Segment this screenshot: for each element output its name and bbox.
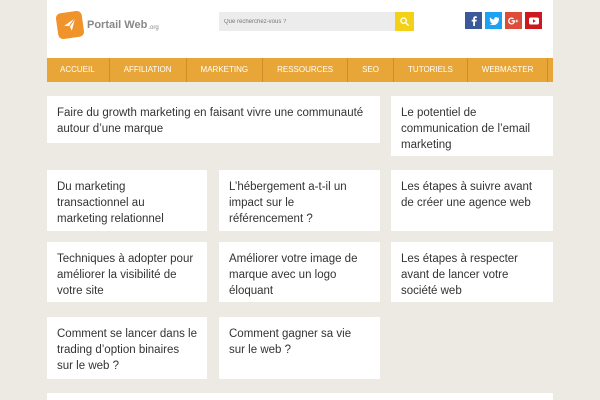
nav-item-marketing[interactable]: MARKETING [187, 58, 264, 82]
nav-item-ressources[interactable]: RESSOURCES [263, 58, 349, 82]
article-card[interactable]: Techniques à adopter pour améliorer la v… [47, 242, 207, 302]
facebook-icon[interactable] [465, 12, 482, 29]
article-card[interactable]: Le potentiel de communication de l’email… [391, 96, 553, 156]
youtube-icon[interactable] [525, 12, 542, 29]
logo-tld: .org [148, 25, 159, 31]
article-card[interactable]: Améliorer votre image de marque avec un … [219, 242, 380, 302]
article-card[interactable]: Du marketing transactionnel au marketing… [47, 170, 207, 231]
logo-text: Portail Web [87, 19, 148, 31]
article-card[interactable]: Faire du growth marketing en faisant viv… [47, 96, 380, 143]
article-card[interactable]: Les étapes à respecter avant de lancer v… [391, 242, 553, 302]
nav-item-affiliation[interactable]: AFFILIATION [110, 58, 187, 82]
article-title[interactable]: Du marketing transactionnel au marketing… [57, 181, 164, 225]
article-title[interactable]: Techniques à adopter pour améliorer la v… [57, 253, 193, 297]
site-logo[interactable]: Portail Web .org [55, 10, 159, 40]
article-title[interactable]: Les étapes à respecter avant de lancer v… [401, 253, 518, 297]
article-card[interactable]: L’hébergement a-t-il un impact sur le ré… [219, 170, 380, 231]
footer-card [47, 393, 553, 400]
main-navigation: ACCUEIL AFFILIATION MARKETING RESSOURCES… [47, 58, 553, 82]
article-title[interactable]: Les étapes à suivre avant de créer une a… [401, 181, 532, 209]
article-title[interactable]: Comment se lancer dans le trading d’opti… [57, 328, 197, 372]
article-title[interactable]: Comment gagner sa vie sur le web ? [229, 328, 351, 356]
nav-item-tutoriels[interactable]: TUTORIELS [394, 58, 468, 82]
search-button[interactable] [395, 12, 414, 31]
nav-item-webmaster[interactable]: WEBMASTER [468, 58, 549, 82]
article-card[interactable]: Les étapes à suivre avant de créer une a… [391, 170, 553, 231]
twitter-icon[interactable] [485, 12, 502, 29]
nav-item-accueil[interactable]: ACCUEIL [47, 58, 110, 82]
search-input[interactable] [219, 12, 395, 31]
site-header: Portail Web .org [47, 0, 553, 58]
google-plus-icon[interactable] [505, 12, 522, 29]
social-links [465, 12, 545, 29]
article-title[interactable]: L’hébergement a-t-il un impact sur le ré… [229, 181, 347, 225]
search-icon [400, 17, 409, 26]
article-title[interactable]: Le potentiel de communication de l’email… [401, 107, 530, 151]
article-card[interactable]: Comment gagner sa vie sur le web ? [219, 317, 380, 379]
article-title[interactable]: Faire du growth marketing en faisant viv… [57, 107, 363, 135]
paper-plane-icon [55, 10, 85, 40]
nav-item-seo[interactable]: SEO [348, 58, 395, 82]
article-title[interactable]: Améliorer votre image de marque avec un … [229, 253, 357, 297]
article-card[interactable]: Comment se lancer dans le trading d’opti… [47, 317, 207, 379]
